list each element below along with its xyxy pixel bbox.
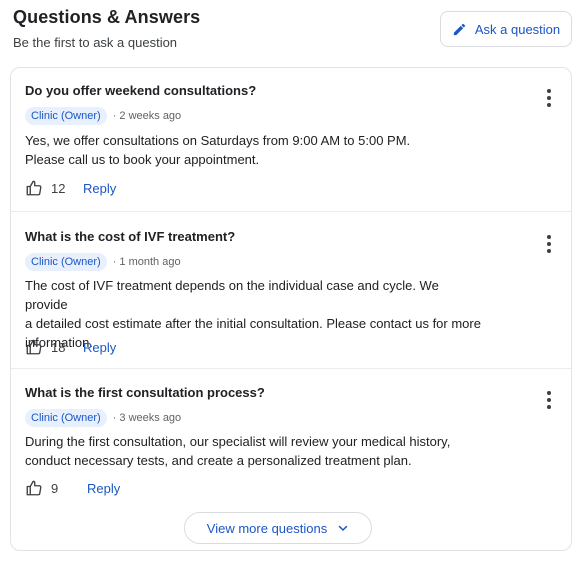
page-title: Questions & Answers [13,7,201,27]
thumbs-up-icon[interactable] [25,179,43,197]
qa-item: Do you offer weekend consultations? Clin… [11,68,571,212]
answer-line: conduct necessary tests, and create a pe… [25,453,412,468]
answer-meta: Clinic (Owner) · 2 weeks ago [25,107,181,125]
answer-meta: Clinic (Owner) · 3 weeks ago [25,409,181,427]
answer-time: · 2 weeks ago [112,110,182,122]
thumbs-up-icon[interactable] [25,338,43,356]
reply-button[interactable]: Reply [83,340,116,355]
answer-meta: Clinic (Owner) · 1 month ago [25,253,181,271]
more-options-icon[interactable] [543,89,555,107]
reply-button[interactable]: Reply [83,181,116,196]
answer-actions: 18 Reply [25,338,116,356]
qa-list-card: Do you offer weekend consultations? Clin… [10,67,572,551]
answer-time: · 1 month ago [112,256,181,268]
answer-line: a detailed cost estimate after the initi… [25,316,481,331]
thumbs-up-icon[interactable] [25,479,43,497]
answer-text: Yes, we offer consultations on Saturdays… [25,131,485,169]
answer-line: The cost of IVF treatment depends on the… [25,278,439,312]
question-text: What is the cost of IVF treatment? [25,229,236,244]
ask-question-label: Ask a question [474,21,561,37]
answer-line: Please call us to book your appointment. [25,152,260,167]
chevron-down-icon [338,525,348,531]
answer-time: · 3 weeks ago [112,412,182,424]
view-more-label: View more questions [206,520,328,536]
answer-text: During the first consultation, our speci… [25,432,485,470]
qa-header: Questions & Answers Be the first to ask … [0,0,582,64]
owner-badge: Clinic (Owner) [25,409,107,427]
like-count: 9 [51,480,59,496]
more-options-icon[interactable] [543,391,555,409]
owner-badge: Clinic (Owner) [25,107,107,125]
pencil-icon [453,23,465,35]
answer-line: During the first consultation, our speci… [25,434,451,449]
question-text: What is the first consultation process? [25,385,265,400]
more-options-icon[interactable] [543,235,555,253]
qa-item: What is the first consultation process? … [11,369,571,509]
answer-actions: 9 Reply [25,479,120,497]
question-text: Do you offer weekend consultations? [25,83,257,98]
answer-actions: 12 Reply [25,179,116,197]
like-count: 18 [51,339,66,355]
view-more-questions-button[interactable]: View more questions [184,512,372,544]
answer-line: Yes, we offer consultations on Saturdays… [25,133,411,148]
owner-badge: Clinic (Owner) [25,253,107,271]
page-subtitle: Be the first to ask a question [13,35,178,50]
ask-question-button[interactable]: Ask a question [440,11,572,47]
qa-item: What is the cost of IVF treatment? Clini… [11,212,571,369]
reply-button[interactable]: Reply [87,481,120,496]
like-count: 12 [51,180,66,196]
